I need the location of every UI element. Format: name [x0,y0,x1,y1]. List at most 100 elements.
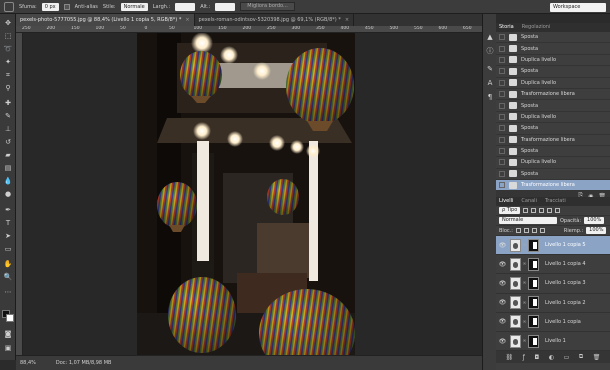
background-color-swatch[interactable] [6,314,14,322]
history-state[interactable]: Duplica livello [496,157,610,169]
history-brush-source-box[interactable] [499,68,505,75]
refine-edge-button[interactable]: Migliora bordo... [240,2,295,11]
chain-link-icon[interactable]: ∞ [522,242,527,248]
visibility-eye-icon[interactable]: 👁 [498,338,507,345]
history-state[interactable]: Sposta [496,123,610,135]
brush-tool-icon[interactable]: ✎ [3,112,13,121]
fill-input[interactable]: 100% [586,227,607,234]
opacity-input[interactable]: 100% [584,217,605,224]
history-state[interactable]: Duplica livello [496,112,610,124]
tab-history[interactable]: Storia [499,23,514,32]
visibility-eye-icon[interactable]: 👁 [498,299,507,306]
history-brush-source-box[interactable] [499,79,505,86]
style-select[interactable]: Normale [120,2,148,11]
visibility-eye-icon[interactable]: 👁 [498,318,507,325]
history-brush-source-box[interactable] [499,34,505,41]
history-brush-source-box[interactable] [499,136,505,143]
history-state[interactable]: Sposta [496,32,610,44]
chain-link-icon[interactable]: ∞ [522,300,527,306]
tab-adjustments[interactable]: Regolazioni [522,23,551,32]
filter-shape-icon[interactable] [547,208,553,213]
tab-layers[interactable]: Livelli [499,197,513,206]
folder-icon[interactable]: ▭ [564,354,570,361]
history-state[interactable]: Sposta [496,169,610,181]
history-state[interactable]: Sposta [496,66,610,78]
zoom-tool-icon[interactable]: 🔍 [3,273,13,282]
clone-stamp-icon[interactable]: ⊥ [3,125,13,134]
layer-row[interactable]: 👁 ∞ Livello 1 copia 4 [496,255,610,275]
layer-row[interactable]: 👁 ∞ Livello 1 copia [496,313,610,332]
layer-row[interactable]: 👁 ∞ Livello 1 copia 2 [496,294,610,313]
layer-mask-thumbnail[interactable] [528,257,539,271]
history-brush-source-box[interactable] [499,170,505,177]
lock-pixels-icon[interactable] [523,228,529,233]
filter-pixel-icon[interactable] [523,208,529,213]
horizontal-ruler[interactable]: 250 200 150 100 50 0 50 100 150 200 250 300 350 400 45… [16,26,482,33]
history-brush-source-box[interactable] [499,159,505,166]
character-icon[interactable]: A [485,78,495,88]
layer-mask-thumbnail[interactable] [528,334,539,348]
crop-tool-icon[interactable]: ⌗ [3,71,13,80]
filter-type-icon[interactable] [539,208,545,213]
history-brush-source-box[interactable] [499,56,505,63]
filter-smart-object-icon[interactable] [555,208,561,213]
tab-paths[interactable]: Tracciati [545,197,566,206]
chain-link-icon[interactable]: ∞ [522,280,527,286]
paragraph-icon[interactable]: ¶ [485,92,495,102]
lock-all-icon[interactable] [539,228,545,233]
history-state[interactable]: Duplica livello [496,78,610,89]
visibility-eye-icon[interactable]: 👁 [498,280,507,287]
antialias-checkbox[interactable] [63,3,70,10]
lock-position-icon[interactable] [531,228,537,233]
history-state[interactable]: Trasformazione libera [496,89,610,101]
layer-name[interactable]: Livello 1 [545,338,566,344]
gradient-tool-icon[interactable]: ▤ [3,164,13,173]
vertical-ruler[interactable] [16,33,23,355]
layer-mask-thumbnail[interactable] [528,315,539,329]
lasso-tool-icon[interactable]: ➰ [3,45,13,54]
filter-adjustment-icon[interactable] [531,208,537,213]
path-selection-icon[interactable]: ➤ [3,232,13,241]
history-brush-icon[interactable]: ↺ [3,138,13,147]
document-tab[interactable]: pexels-photo-5777055.jpg @ 88,4% (Livell… [16,14,195,26]
history-state[interactable]: Sposta [496,43,610,55]
layer-name[interactable]: Livello 1 copia 5 [545,242,586,248]
dodge-tool-icon[interactable]: ● [3,190,13,199]
kind-filter-select[interactable]: ρ Tipo [499,207,521,214]
history-brush-source-box[interactable] [499,148,505,155]
new-layer-icon[interactable]: ⧉ [579,353,583,361]
eraser-icon[interactable]: ▰ [3,151,13,160]
chain-link-icon[interactable]: ∞ [522,319,527,325]
history-state[interactable]: Trasformazione libera [496,135,610,146]
feather-input[interactable]: 0 px [41,2,59,11]
blur-tool-icon[interactable]: 💧 [3,177,13,186]
layer-name[interactable]: Livello 1 copia 3 [545,280,586,286]
history-brush-source-box[interactable] [499,125,505,132]
history-brush-source-box[interactable] [499,113,505,120]
mask-icon[interactable]: ◘ [534,354,539,361]
document-image[interactable] [137,33,355,355]
tab-channels[interactable]: Canali [521,197,537,206]
layer-mask-thumbnail[interactable] [528,238,539,252]
link-icon[interactable]: ⛓ [506,354,514,361]
adjustment-icon[interactable]: ◐ [549,354,554,361]
fx-icon[interactable]: ƒ [523,354,525,361]
trash-icon[interactable]: 🗑 [593,354,601,361]
pen-tool-icon[interactable]: ✒ [3,206,13,215]
lock-transparent-icon[interactable] [515,228,521,233]
marquee-tool-icon[interactable] [4,1,14,12]
layer-name[interactable]: Livello 1 copia 2 [545,300,586,306]
history-brush-source-box[interactable] [499,45,505,52]
layer-mask-thumbnail[interactable] [528,296,539,310]
history-state[interactable]: Trasformazione libera [496,180,610,192]
height-input[interactable] [215,2,236,11]
history-state[interactable]: Sposta [496,100,610,112]
move-tool-icon[interactable]: ✥ [3,19,13,28]
magic-wand-icon[interactable]: ✦ [3,58,13,67]
history-state[interactable]: Sposta [496,146,610,158]
brush-preset-icon[interactable]: ✎ [485,64,495,74]
info-icon[interactable]: ⓘ [485,46,495,56]
layer-row[interactable]: 👁 ∞ Livello 1 copia 5 [496,236,610,256]
shape-tool-icon[interactable]: ▭ [3,245,13,254]
history-brush-source-box[interactable] [499,182,505,189]
